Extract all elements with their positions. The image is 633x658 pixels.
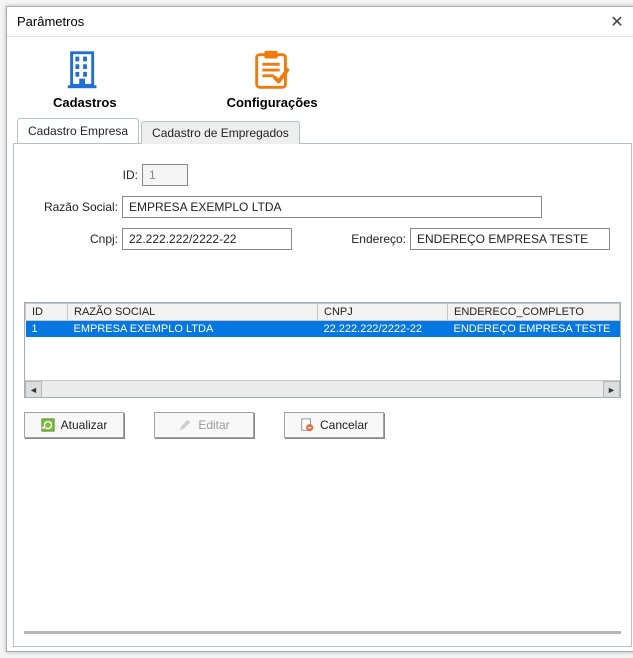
refresh-icon <box>41 418 55 432</box>
label-id: ID: <box>28 168 138 182</box>
editar-button: Editar <box>154 412 254 438</box>
cancelar-label: Cancelar <box>320 418 368 432</box>
scroll-left-icon[interactable]: ◄ <box>25 381 42 398</box>
bigtab-cadastros-label: Cadastros <box>53 95 117 110</box>
bigtab-config[interactable]: Configurações <box>227 47 318 110</box>
buttons-row: Atualizar Editar Cancelar <box>24 404 621 438</box>
id-field[interactable] <box>142 164 188 186</box>
h-scrollbar[interactable]: ◄ ► <box>25 380 620 397</box>
form-area: ID: Razão Social: Cnpj: Endereço: <box>24 156 621 296</box>
col-cnpj[interactable]: CNPJ <box>318 304 448 321</box>
label-endereco: Endereço: <box>306 232 406 246</box>
col-razao[interactable]: RAZÃO SOCIAL <box>68 304 318 321</box>
scroll-right-icon[interactable]: ► <box>603 381 620 398</box>
client-area: Cadastros Configurações Cadastr <box>7 37 633 651</box>
big-tabs: Cadastros Configurações <box>13 41 632 114</box>
close-icon[interactable]: ✕ <box>606 12 628 32</box>
grid-header-row: ID RAZÃO SOCIAL CNPJ ENDERECO_COMPLETO <box>26 304 620 321</box>
cnpj-field[interactable] <box>122 228 292 250</box>
window-parametros: Parâmetros ✕ <box>6 6 633 652</box>
cancelar-button[interactable]: Cancelar <box>284 412 384 438</box>
bigtab-cadastros[interactable]: Cadastros <box>53 47 117 110</box>
table-row[interactable]: 1 EMPRESA EXEMPLO LTDA 22.222.222/2222-2… <box>26 321 620 338</box>
cell-razao: EMPRESA EXEMPLO LTDA <box>68 321 318 338</box>
bigtab-config-label: Configurações <box>227 95 318 110</box>
cell-endereco: ENDEREÇO EMPRESA TESTE <box>448 321 620 338</box>
tab-cadastro-empresa[interactable]: Cadastro Empresa <box>17 118 139 143</box>
col-id[interactable]: ID <box>26 304 68 321</box>
cell-id: 1 <box>26 321 68 338</box>
col-endereco[interactable]: ENDERECO_COMPLETO <box>448 304 620 321</box>
cell-cnpj: 22.222.222/2222-22 <box>318 321 448 338</box>
atualizar-button[interactable]: Atualizar <box>24 412 124 438</box>
grid-empresas[interactable]: ID RAZÃO SOCIAL CNPJ ENDERECO_COMPLETO 1… <box>24 302 621 398</box>
window-title: Parâmetros <box>17 14 606 29</box>
razao-social-field[interactable] <box>122 196 542 218</box>
label-cnpj: Cnpj: <box>28 232 118 246</box>
atualizar-label: Atualizar <box>61 418 108 432</box>
editar-label: Editar <box>198 418 229 432</box>
label-razao: Razão Social: <box>28 200 118 214</box>
cancel-icon <box>300 418 314 432</box>
clipboard-check-icon <box>249 47 295 93</box>
titlebar: Parâmetros ✕ <box>7 7 633 37</box>
pencil-icon <box>178 418 192 432</box>
endereco-field[interactable] <box>410 228 610 250</box>
tab-panel-empresa: ID: Razão Social: Cnpj: Endereço: <box>13 144 632 647</box>
panel-bottom-line <box>24 631 621 634</box>
tabstrip: Cadastro Empresa Cadastro de Empregados <box>13 118 632 144</box>
tab-cadastro-empregados[interactable]: Cadastro de Empregados <box>141 121 300 144</box>
building-icon <box>62 47 108 93</box>
